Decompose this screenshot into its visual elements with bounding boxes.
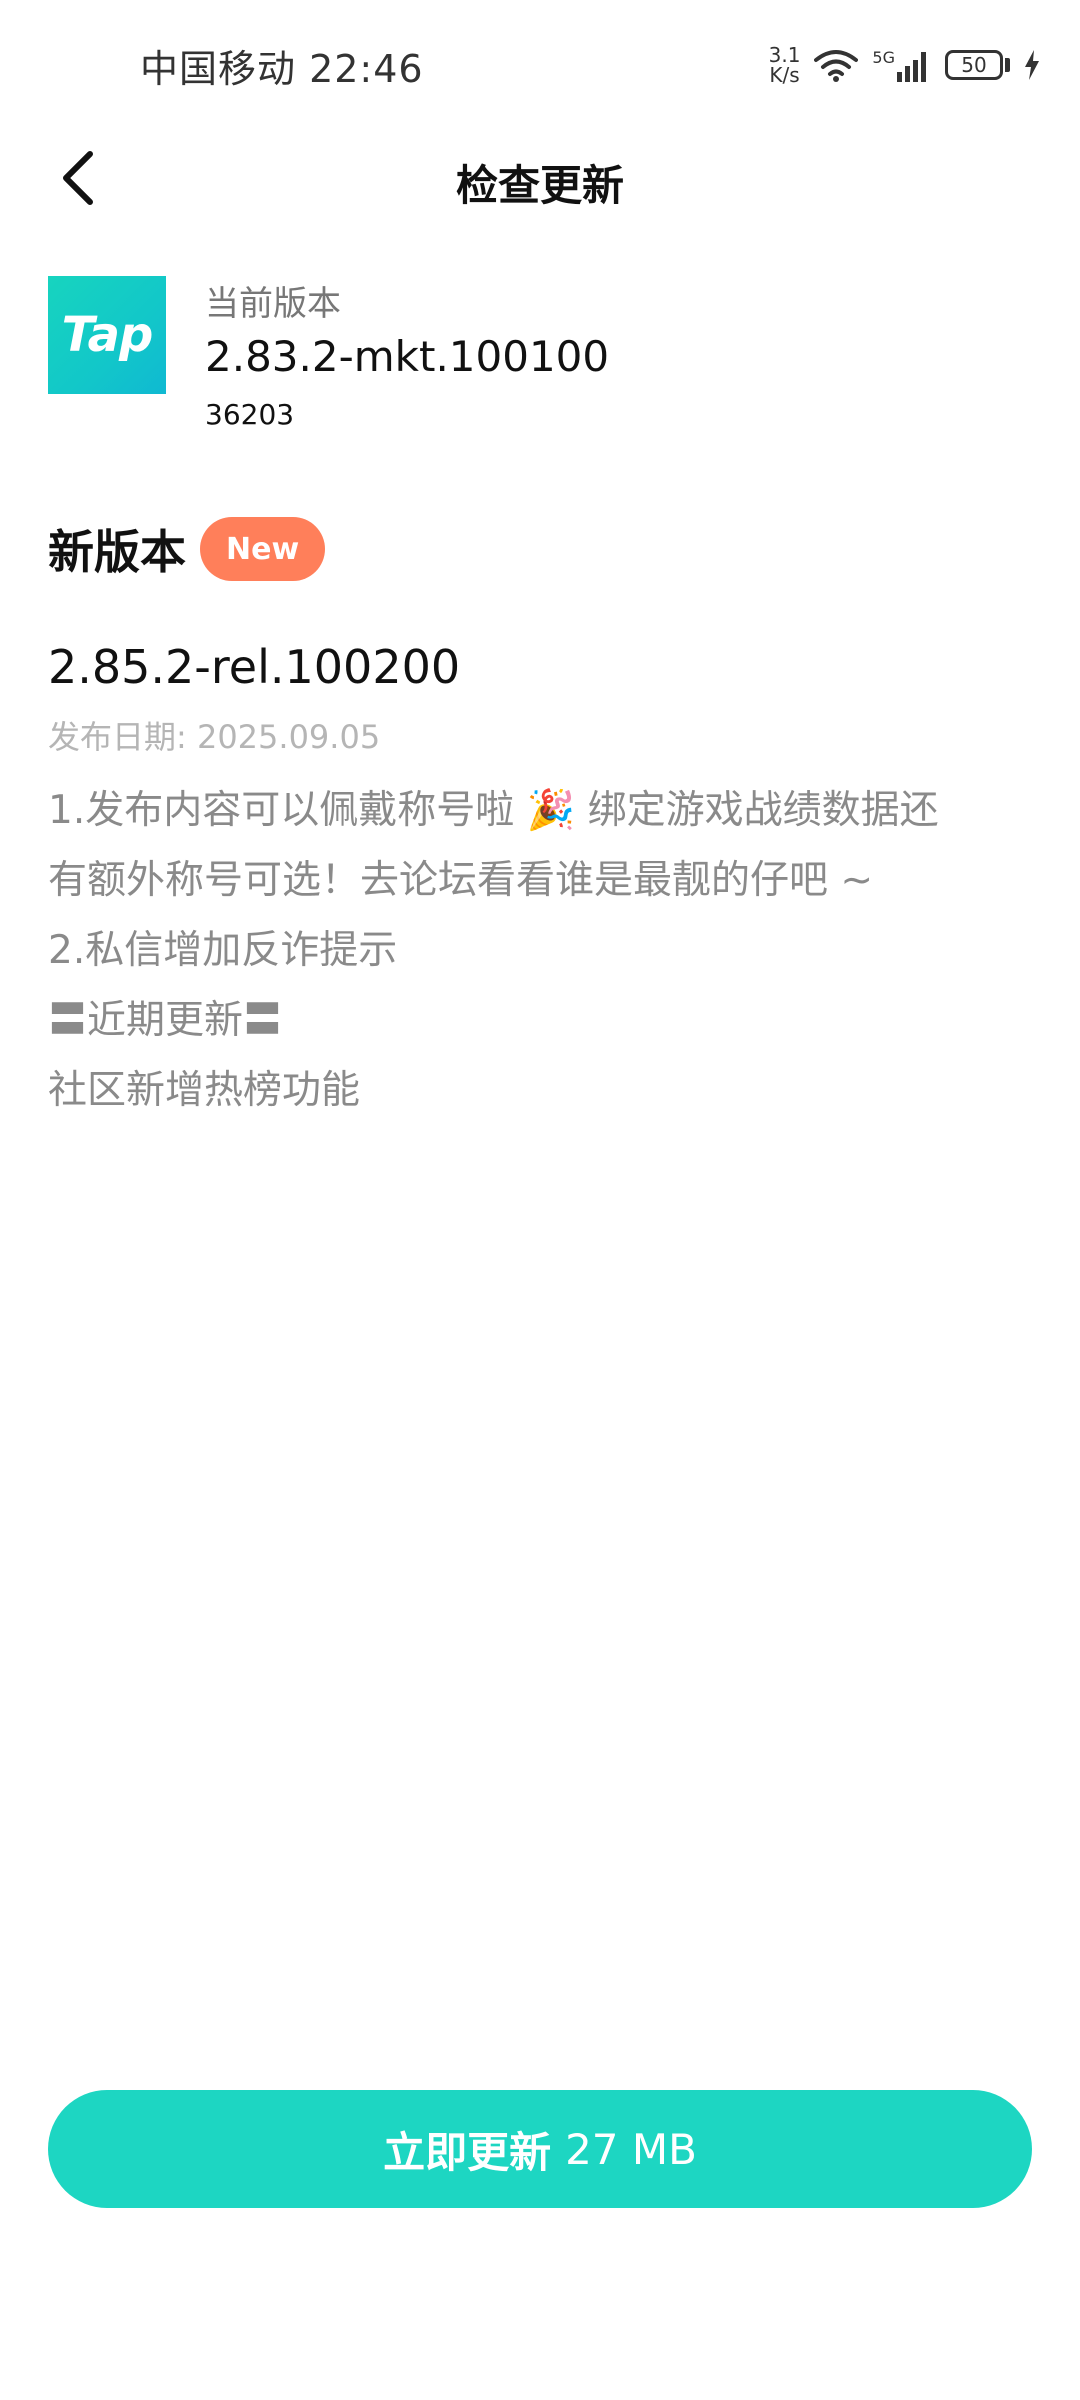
release-date: 发布日期: 2025.09.05 <box>48 718 381 756</box>
new-version-heading: 新版本 New <box>48 516 326 582</box>
charging-icon <box>1024 50 1040 80</box>
app-logo: Tap <box>48 276 166 394</box>
wifi-icon <box>814 48 859 82</box>
network-speed-value: 3.1 <box>768 43 801 67</box>
update-now-button[interactable]: 立即更新 27 MB <box>48 2090 1032 2208</box>
release-note-line: 〓近期更新〓 <box>48 998 283 1043</box>
update-check-page: 中国移动 22:46 3.1 K/s 5G 50 检查更新 Tap 当前版本 2… <box>0 0 1080 2400</box>
release-notes: 1.发布内容可以佩戴称号啦 🎉 绑定游戏战绩数据还 有额外称号可选！去论坛看看谁… <box>48 776 1028 1126</box>
current-version-label: 当前版本 <box>205 284 341 324</box>
page-title: 检查更新 <box>455 161 624 210</box>
status-icons: 3.1 K/s 5G 50 <box>769 40 1040 90</box>
current-version-number: 2.83.2-mkt.100100 <box>205 332 610 381</box>
cellular-signal-icon: 5G <box>872 48 931 82</box>
new-version-title: 新版本 <box>48 525 186 579</box>
release-note-line: 1.发布内容可以佩戴称号啦 🎉 绑定游戏战绩数据还 <box>48 788 939 833</box>
battery-icon: 50 <box>945 50 1003 80</box>
current-version-section: Tap 当前版本 2.83.2-mkt.100100 36203 <box>48 276 1032 436</box>
battery-indicator: 50 <box>945 50 1010 80</box>
network-speed-unit: K/s <box>769 63 800 87</box>
top-bar: 检查更新 <box>0 130 1080 230</box>
app-logo-text: Tap <box>61 307 154 363</box>
update-size: 27 MB <box>565 2124 697 2174</box>
new-version-number: 2.85.2-rel.100200 <box>48 640 461 694</box>
release-note-line: 有额外称号可选！去论坛看看谁是最靓的仔吧 ~ <box>48 858 874 903</box>
status-bar: 中国移动 22:46 3.1 K/s 5G 50 <box>0 0 1080 130</box>
battery-level: 50 <box>961 53 987 77</box>
carrier-time: 中国移动 22:46 <box>140 47 424 91</box>
release-note-line: 2.私信增加反诈提示 <box>48 928 398 973</box>
battery-tip <box>1005 58 1010 72</box>
current-build-number: 36203 <box>205 398 295 431</box>
new-badge: New <box>200 517 326 581</box>
signal-type-label: 5G <box>872 48 895 67</box>
update-now-label: 立即更新 <box>383 2127 552 2177</box>
release-note-line: 社区新增热榜功能 <box>48 1068 361 1113</box>
network-speed: 3.1 K/s <box>769 45 801 85</box>
